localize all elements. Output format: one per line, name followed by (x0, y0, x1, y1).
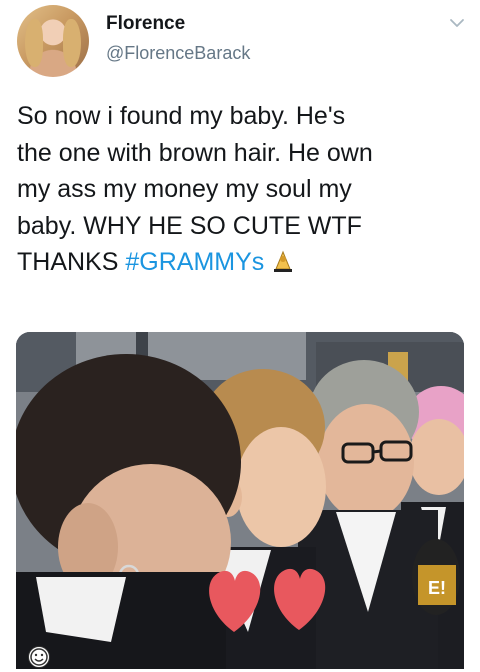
tweet-line: the one with brown hair. He own (17, 138, 373, 167)
smiley-icon (28, 646, 50, 668)
chevron-down-icon[interactable] (449, 15, 465, 31)
user-handle[interactable]: @FlorenceBarack (106, 43, 250, 64)
avatar[interactable] (17, 5, 89, 77)
display-name[interactable]: Florence (106, 13, 185, 35)
hashtag-link[interactable]: #GRAMMYs (125, 248, 264, 276)
mic-logo: E! (428, 578, 446, 598)
tweet-photo[interactable]: E! (16, 332, 464, 669)
tweet-line-prefix: THANKS (17, 248, 126, 276)
tweet-header: Florence @FlorenceBarack (0, 0, 480, 90)
tweet-line: my ass my money my soul my (17, 175, 352, 203)
tweet-line-last: THANKS #GRAMMYs (17, 244, 467, 281)
tweet-line: So now i found my baby. He's (17, 102, 346, 130)
tweet-text: So now i found my baby. He's the one wit… (17, 98, 467, 281)
tweet-line: baby. WHY HE SO CUTE WTF (17, 211, 362, 240)
trophy-icon (274, 250, 293, 272)
